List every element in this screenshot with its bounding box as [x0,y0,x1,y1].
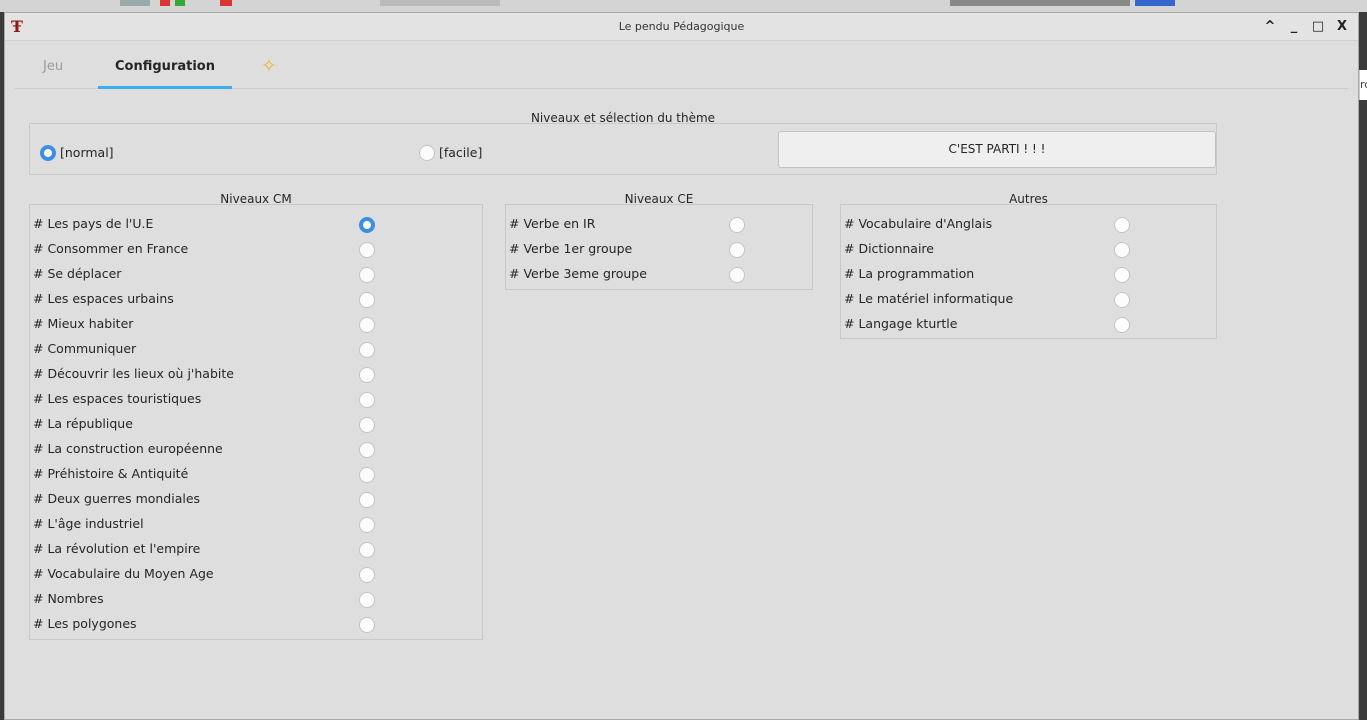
ce-group-item-radio[interactable] [729,242,745,258]
cm-group-item-radio[interactable] [359,467,375,483]
other-group-item-radio[interactable] [1114,217,1130,233]
cm-group-item-radio[interactable] [359,267,375,283]
other-group-item-radio[interactable] [1114,267,1130,283]
cm-group-item-label[interactable]: # Découvrir les lieux où j'habite [33,366,234,381]
cm-group-item-radio[interactable] [359,217,375,233]
tab-star[interactable]: ✧ [261,55,277,85]
window-title: Le pendu Pédagogique [618,20,745,33]
cm-group-item-label[interactable]: # Mieux habiter [33,316,133,331]
facile-radio-label[interactable]: [facile] [439,145,482,160]
cm-group-item-label[interactable]: # L'âge industriel [33,516,144,531]
window-controls: ^ _ □ X [1262,17,1350,37]
ce-group-item-radio[interactable] [729,217,745,233]
ce-group-title: Niveaux CE [624,192,694,206]
tab-configuration[interactable]: Configuration [98,59,232,89]
other-group-item-label[interactable]: # Langage kturtle [844,316,957,331]
shade-button[interactable]: ^ [1262,17,1278,37]
cm-group-item-radio[interactable] [359,567,375,583]
cm-group-item-radio[interactable] [359,492,375,508]
normal-radio-label[interactable]: [normal] [60,145,114,160]
normal-radio[interactable] [40,145,56,161]
other-group-item-label[interactable]: # Le matériel informatique [844,291,1013,306]
cm-group-item-radio[interactable] [359,592,375,608]
cm-group-title: Niveaux CM [220,192,292,206]
cm-group-item-radio[interactable] [359,342,375,358]
ce-group-item-label[interactable]: # Verbe en IR [509,216,595,231]
cm-group-item-radio[interactable] [359,517,375,533]
tab-bar: Jeu Configuration ✧ [15,51,1348,89]
cm-group-item-label[interactable]: # La république [33,416,133,431]
cm-group-item-radio[interactable] [359,617,375,633]
other-group-item-radio[interactable] [1114,242,1130,258]
cm-group-item-radio[interactable] [359,367,375,383]
cm-group-item-radio[interactable] [359,242,375,258]
background-window-edge: rc [1359,70,1367,100]
cm-group-item-label[interactable]: # Les polygones [33,616,137,631]
other-group-item-radio[interactable] [1114,317,1130,333]
other-group-item-label[interactable]: # Dictionnaire [844,241,934,256]
close-button[interactable]: X [1334,17,1350,37]
other-group-item-radio[interactable] [1114,292,1130,308]
cm-group-item-radio[interactable] [359,442,375,458]
app-window: Ŧ Le pendu Pédagogique ^ _ □ X Jeu Confi… [4,12,1359,720]
cm-group-item-label[interactable]: # Deux guerres mondiales [33,491,200,506]
cm-group-item-label[interactable]: # Les espaces urbains [33,291,174,306]
desktop-background-strip [0,0,1367,12]
start-button[interactable]: C'EST PARTI ! ! ! [778,131,1216,168]
levels-group-title: Niveaux et sélection du thème [530,111,716,125]
star-icon: ✧ [261,55,277,77]
cm-group-item-label[interactable]: # La révolution et l'empire [33,541,200,556]
cm-group-item-label[interactable]: # Les pays de l'U.E [33,216,153,231]
cm-group-item-radio[interactable] [359,542,375,558]
cm-group-item-radio[interactable] [359,317,375,333]
facile-radio[interactable] [419,145,435,161]
cm-group-item-label[interactable]: # Communiquer [33,341,136,356]
title-bar[interactable]: Ŧ Le pendu Pédagogique ^ _ □ X [5,13,1358,41]
tab-jeu[interactable]: Jeu [43,59,63,89]
main-content: Jeu Configuration ✧ Niveaux et sélection… [15,51,1348,715]
cm-group-item-label[interactable]: # La construction européenne [33,441,223,456]
cm-group-item-label[interactable]: # Nombres [33,591,104,606]
maximize-button[interactable]: □ [1310,17,1326,37]
minimize-button[interactable]: _ [1286,17,1302,37]
cm-group-item-label[interactable]: # Vocabulaire du Moyen Age [33,566,214,581]
cm-group-item-label[interactable]: # Se déplacer [33,266,121,281]
cm-group-item-label[interactable]: # Les espaces touristiques [33,391,201,406]
ce-group-item-label[interactable]: # Verbe 3eme groupe [509,266,647,281]
cm-group-item-radio[interactable] [359,417,375,433]
other-group-item-label[interactable]: # Vocabulaire d'Anglais [844,216,992,231]
ce-group-item-radio[interactable] [729,267,745,283]
cm-group-item-radio[interactable] [359,292,375,308]
other-group-title: Autres [1009,192,1048,206]
cm-group-item-label[interactable]: # Consommer en France [33,241,188,256]
other-group-item-label[interactable]: # La programmation [844,266,974,281]
ce-group-item-label[interactable]: # Verbe 1er groupe [509,241,632,256]
cm-group-item-radio[interactable] [359,392,375,408]
cm-group-item-label[interactable]: # Préhistoire & Antiquité [33,466,188,481]
